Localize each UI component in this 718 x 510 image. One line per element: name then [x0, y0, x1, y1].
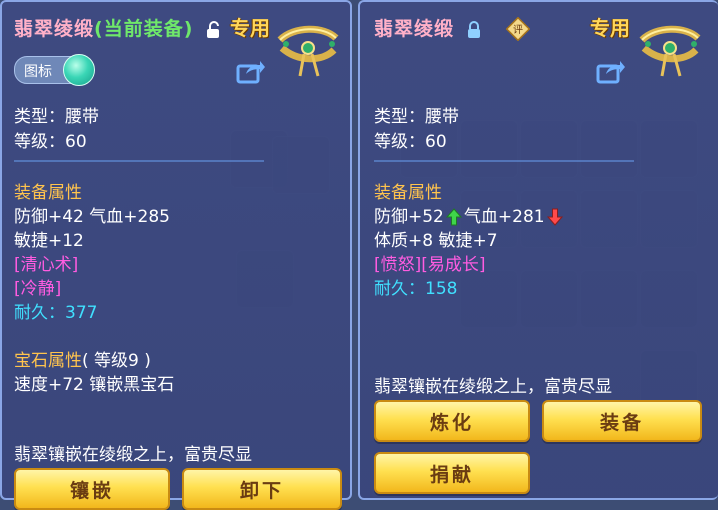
unequip-button[interactable]: 卸下 [182, 468, 342, 510]
inlay-button[interactable]: 镶嵌 [14, 468, 170, 510]
special-skills: [愤怒][易成长] [374, 255, 486, 275]
attribute-line: 体质+8 敏捷+7 [374, 231, 498, 251]
special-effect: [冷静] [14, 279, 62, 299]
divider [14, 160, 264, 162]
current-equipped-tag: (当前装备) [94, 18, 194, 40]
unlock-icon[interactable] [205, 20, 221, 39]
icon-toggle[interactable]: 图标 [14, 54, 95, 86]
arrow-down-icon [546, 208, 563, 226]
item-type: 类型：腰带 [374, 107, 459, 127]
gem-header-label: 宝石属性 [14, 351, 82, 371]
current-equipment-panel: 翡翠绫缎(当前装备) 专用 图标 类型：腰带 等级：60 装备属性 防御+42 … [0, 0, 352, 510]
item-name: 翡翠绫缎 [14, 18, 95, 40]
exclusive-label: 专用 [590, 16, 630, 40]
item-name: 翡翠绫缎 [374, 18, 455, 40]
item-type: 类型：腰带 [14, 107, 99, 127]
special-skill: [清心术] [14, 255, 79, 275]
item-level: 等级：60 [374, 132, 447, 152]
divider [374, 160, 634, 162]
equipment-attributes-header: 装备属性 [14, 183, 82, 203]
item-level: 等级：60 [14, 132, 87, 152]
gem-attribute-line: 速度+72 镶嵌黑宝石 [14, 375, 175, 395]
refine-button[interactable]: 炼化 [374, 400, 530, 442]
arrow-up-icon [445, 208, 462, 226]
item-description: 翡翠镶嵌在绫缎之上，富贵尽显 [374, 377, 612, 397]
item-description: 翡翠镶嵌在绫缎之上，富贵尽显 [14, 445, 252, 465]
icon-toggle-label: 图标 [24, 64, 52, 80]
equipment-attributes-header: 装备属性 [374, 183, 442, 203]
hp-stat: 气血+281 [463, 207, 545, 227]
gem-level: ( 等级9 ) [82, 351, 151, 371]
jade-belt-icon [277, 25, 339, 77]
toggle-knob[interactable] [63, 54, 95, 86]
share-icon[interactable] [236, 58, 266, 84]
durability-label: 耐久： [374, 279, 425, 299]
item-title: 翡翠绫缎 [374, 14, 482, 41]
jade-belt-icon [639, 25, 701, 77]
durability-label: 耐久： [14, 303, 65, 323]
equip-button[interactable]: 装备 [542, 400, 702, 442]
compare-item-panel: 翡翠绫缎 评 专用 类型：腰带 等级：60 装备属性 防御+52 气血+281 … [358, 0, 718, 500]
share-icon[interactable] [596, 58, 626, 84]
attribute-line: 防御+42 气血+285 [14, 207, 170, 227]
attribute-line: 防御+52 气血+281 [374, 202, 565, 227]
item-title: 翡翠绫缎(当前装备) [14, 14, 221, 41]
donate-button[interactable]: 捐献 [374, 452, 530, 494]
exclusive-label: 专用 [230, 16, 270, 40]
durability: 耐久：377 [14, 298, 97, 323]
durability: 耐久：158 [374, 274, 457, 299]
durability-value: 377 [65, 303, 98, 323]
rating-badge-icon[interactable]: 评 [506, 17, 530, 41]
durability-value: 158 [425, 279, 458, 299]
attribute-line: 敏捷+12 [14, 231, 84, 251]
gem-attributes-header: 宝石属性( 等级9 ) [14, 346, 151, 371]
rating-badge-text: 评 [513, 24, 523, 36]
lock-icon[interactable] [466, 20, 482, 39]
defense-stat: 防御+52 [374, 207, 444, 227]
